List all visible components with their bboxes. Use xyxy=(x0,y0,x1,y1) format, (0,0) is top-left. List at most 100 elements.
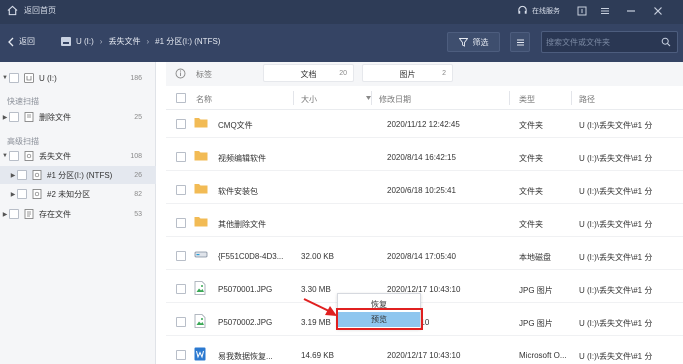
search-input[interactable] xyxy=(546,35,656,49)
search-icon[interactable] xyxy=(661,37,671,47)
file-size: 3.19 MB xyxy=(301,318,331,327)
column-header-modified[interactable]: 修改日期 xyxy=(379,94,411,105)
row-checkbox[interactable] xyxy=(176,350,186,360)
table-row[interactable]: CMQ文件 2020/11/12 12:42:45 文件夹 U (I:)\丢失文件\#… xyxy=(166,110,683,138)
minimize-button[interactable] xyxy=(624,4,638,18)
section-label-quick-scan: 快速扫描 xyxy=(7,97,39,106)
select-all-checkbox[interactable] xyxy=(176,93,186,103)
menu-lines-icon xyxy=(601,8,609,14)
tags-label: 标签 xyxy=(196,70,212,79)
lost-file-icon xyxy=(24,151,34,161)
home-button[interactable]: 返回首页 xyxy=(7,5,56,16)
column-header-name[interactable]: 名称 xyxy=(196,94,212,105)
table-row[interactable]: 软件安装包 2020/6/18 10:25:41 文件夹 U (I:)\丢失文件\#1… xyxy=(166,176,683,204)
feedback-button[interactable] xyxy=(575,4,589,18)
tree-item-existing-files[interactable]: ▶ 存在文件 53 xyxy=(0,205,156,223)
minimize-icon xyxy=(627,10,635,12)
tree-item-drive[interactable]: ▼ U (I:) 186 xyxy=(0,69,156,87)
column-divider[interactable] xyxy=(371,91,372,105)
tab-images[interactable]: 图片 2 xyxy=(362,64,453,82)
file-modified-date: 2020/6/18 10:25:41 xyxy=(387,186,456,195)
tree-item-partition-2[interactable]: ▶ #2 未知分区 82 xyxy=(0,185,156,203)
table-header: 名称 大小 修改日期 类型 路径 xyxy=(166,86,683,110)
folder-icon xyxy=(194,149,208,163)
table-row[interactable]: {F551C0D8-4D3... 32.00 KB 2020/8/14 17:05:… xyxy=(166,242,683,270)
chevron-left-icon xyxy=(8,37,14,46)
row-checkbox[interactable] xyxy=(176,317,186,327)
chevron-right-icon[interactable]: ▶ xyxy=(1,114,9,121)
partition-icon xyxy=(32,170,42,180)
table-row[interactable]: P5070001.JPG 3.30 MB 2020/12/17 10:43:10 JP… xyxy=(166,275,683,303)
item-count: 186 xyxy=(130,74,142,82)
list-icon xyxy=(516,39,524,45)
title-bar: 返回首页 在线服务 xyxy=(0,0,683,24)
checkbox[interactable] xyxy=(9,209,19,219)
column-divider[interactable] xyxy=(571,91,572,105)
chevron-right-icon[interactable]: ▶ xyxy=(1,211,9,218)
breadcrumb-item-lost-files[interactable]: 丢失文件 xyxy=(108,36,140,47)
column-header-size[interactable]: 大小 xyxy=(301,94,317,105)
chevron-right-icon[interactable]: ▶ xyxy=(9,191,17,198)
row-checkbox[interactable] xyxy=(176,152,186,162)
word-icon xyxy=(194,347,206,363)
sidebar: ▼ U (I:) 186 快速扫描 ▶ 删除文件 25 高级扫描 ▼ 丢失文件 … xyxy=(0,62,156,364)
table-row[interactable]: 其他删除文件 文件夹 U (I:)\丢失文件\#1 分 xyxy=(166,209,683,237)
checkbox[interactable] xyxy=(9,73,19,83)
tree-label: 存在文件 xyxy=(39,209,71,219)
file-name: {F551C0D8-4D3... xyxy=(218,252,284,261)
file-icon xyxy=(24,209,34,219)
file-type: 文件夹 xyxy=(519,121,543,130)
checkbox[interactable] xyxy=(9,151,19,161)
tree-item-deleted-files[interactable]: ▶ 删除文件 25 xyxy=(0,108,156,126)
chevron-down-icon[interactable]: ▼ xyxy=(1,75,9,81)
file-name: 软件安装包 xyxy=(218,187,258,196)
checkbox[interactable] xyxy=(17,189,27,199)
close-button[interactable] xyxy=(651,4,665,18)
file-name: 其他删除文件 xyxy=(218,220,266,229)
breadcrumb-separator: › xyxy=(99,37,103,46)
drive-icon xyxy=(61,37,71,46)
online-service-label: 在线服务 xyxy=(532,7,560,15)
filter-button[interactable]: 筛选 xyxy=(447,32,500,52)
tree-item-partition-1[interactable]: ▶ #1 分区(I:) (NTFS) 26 xyxy=(0,166,156,184)
column-divider[interactable] xyxy=(509,91,510,105)
column-divider[interactable] xyxy=(293,91,294,105)
chevron-right-icon[interactable]: ▶ xyxy=(9,172,17,179)
back-button[interactable]: 返回 xyxy=(7,36,35,47)
view-options-button[interactable] xyxy=(510,32,530,52)
settings-button[interactable] xyxy=(598,4,612,18)
chevron-down-icon[interactable]: ▼ xyxy=(1,153,9,159)
feedback-icon xyxy=(577,6,587,16)
annotation-highlight-box xyxy=(336,308,423,330)
partition-icon xyxy=(32,189,42,199)
item-count: 108 xyxy=(130,152,142,160)
tree-item-lost-files[interactable]: ▼ 丢失文件 108 xyxy=(0,147,156,165)
breadcrumb-separator: › xyxy=(146,37,150,46)
row-checkbox[interactable] xyxy=(176,218,186,228)
item-count: 25 xyxy=(134,113,142,121)
row-checkbox[interactable] xyxy=(176,119,186,129)
checkbox[interactable] xyxy=(9,112,19,122)
annotation-arrow xyxy=(303,298,337,316)
table-row[interactable]: 视频编辑软件 2020/8/14 16:42:15 文件夹 U (I:)\丢失文件\#… xyxy=(166,143,683,171)
breadcrumb-item-drive[interactable]: U (I:) xyxy=(76,37,94,46)
online-service-button[interactable]: 在线服务 xyxy=(517,5,560,16)
checkbox[interactable] xyxy=(17,170,27,180)
file-table: 名称 大小 修改日期 类型 路径 CMQ文件 2020/11/12 12:42:4… xyxy=(166,86,683,364)
row-checkbox[interactable] xyxy=(176,251,186,261)
column-header-type[interactable]: 类型 xyxy=(519,94,535,105)
table-row[interactable]: P5070002.JPG3.19 MB17 10:43:10JPG 图片U (I… xyxy=(166,308,683,336)
file-size: 32.00 KB xyxy=(301,252,334,261)
tab-documents[interactable]: 文档 20 xyxy=(263,64,354,82)
file-modified-date: 2020/11/12 12:42:45 xyxy=(387,120,460,129)
row-checkbox[interactable] xyxy=(176,185,186,195)
table-row[interactable]: 易我数据恢复... 14.69 KB 2020/12/17 10:43:10 Micr… xyxy=(166,341,683,364)
row-checkbox[interactable] xyxy=(176,284,186,294)
file-type: JPG 图片 xyxy=(519,286,553,295)
file-type: JPG 图片 xyxy=(519,319,553,328)
file-type: 文件夹 xyxy=(519,220,543,229)
breadcrumb-item-partition[interactable]: #1 分区(I:) (NTFS) xyxy=(155,36,220,47)
file-modified-date: 2020/8/14 16:42:15 xyxy=(387,153,456,162)
column-header-path[interactable]: 路径 xyxy=(579,94,595,105)
file-path: U (I:)\丢失文件\#1 分 xyxy=(579,154,653,163)
